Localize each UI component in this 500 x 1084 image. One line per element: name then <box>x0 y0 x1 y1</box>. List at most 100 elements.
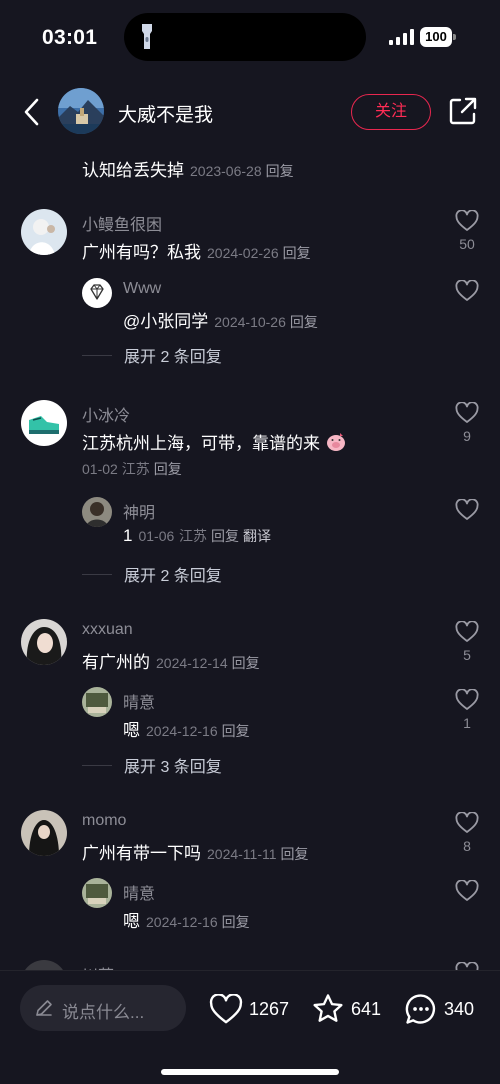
favorite-button[interactable]: 641 <box>311 991 381 1027</box>
heart-icon <box>209 993 243 1023</box>
reply-button[interactable]: 回复 <box>283 245 311 261</box>
like-count: 5 <box>463 647 471 663</box>
cellular-signal-icon <box>389 29 414 45</box>
comment-username[interactable]: xxxuan <box>82 621 133 639</box>
comment-text: 有广州的 2024-12-14 回复 <box>82 648 260 673</box>
comment-list[interactable]: 认知给丢失掉 2023-06-28 回复 小鳗鱼很困 广州有吗？私我 2024-02-… <box>0 148 500 970</box>
favorite-count: 641 <box>351 998 382 1019</box>
expand-replies-button[interactable]: 展开 2 条回复 <box>82 343 222 367</box>
share-icon <box>449 97 477 125</box>
expand-replies-button[interactable]: 展开 3 条回复 <box>82 753 222 777</box>
like-button[interactable]: 50 <box>447 210 487 252</box>
avatar[interactable] <box>21 960 67 970</box>
star-icon <box>313 994 343 1022</box>
comment-username[interactable]: 小冰冷 <box>82 402 130 426</box>
comments-button[interactable]: 340 <box>404 991 474 1027</box>
comment-body: 广州有吗？私我 <box>82 243 201 262</box>
comment-username[interactable]: momo <box>82 812 126 830</box>
heart-icon <box>455 962 479 970</box>
avatar[interactable] <box>21 810 67 856</box>
avatar-image <box>82 878 112 908</box>
reply-button[interactable]: 回复 <box>232 655 260 671</box>
comment-text: 江苏杭州上海，可带，靠谱的来 <box>82 429 347 454</box>
heart-icon <box>455 812 479 833</box>
reply-button[interactable]: 回复 <box>266 163 294 179</box>
reply-text: 1 01-06 江苏 回复 翻译 <box>123 526 271 546</box>
comment-input[interactable]: 说点什么... <box>20 985 186 1031</box>
comment-meta: 01-02 江苏 回复 <box>82 459 182 479</box>
comment-date: 2024-11-11 <box>207 846 277 862</box>
follow-button[interactable]: 关注 <box>351 94 431 130</box>
share-button[interactable] <box>448 96 478 126</box>
heart-icon <box>455 499 479 520</box>
like-button[interactable]: 9 <box>447 402 487 444</box>
expand-replies-button[interactable]: 展开 2 条回复 <box>82 562 222 586</box>
comment-date: 2024-12-14 <box>156 655 228 671</box>
avatar[interactable] <box>82 497 112 527</box>
reply-button[interactable]: 回复 <box>222 723 250 739</box>
comment-date: 2024-02-26 <box>207 245 279 261</box>
avatar-image <box>21 619 67 665</box>
avatar[interactable] <box>21 209 67 255</box>
like-button[interactable] <box>447 499 487 521</box>
header: 大威不是我 关注 <box>0 76 500 148</box>
avatar[interactable] <box>82 278 112 308</box>
avatar[interactable] <box>21 619 67 665</box>
like-button[interactable]: 1 <box>447 689 487 731</box>
divider <box>82 354 112 356</box>
avatar-image <box>21 209 67 255</box>
heart-icon <box>455 621 479 642</box>
like-button[interactable]: 8 <box>447 812 487 854</box>
reply-text: 嗯 2024-12-16 回复 <box>123 716 250 741</box>
reply-button[interactable]: 回复 <box>211 528 239 544</box>
comment-text: 广州有吗？私我 2024-02-26 回复 <box>82 238 311 263</box>
expand-replies-label: 展开 3 条回复 <box>124 759 222 776</box>
flashlight-icon <box>142 24 152 49</box>
divider <box>82 764 112 766</box>
avatar-image <box>21 960 67 970</box>
reply-username[interactable]: Www <box>123 280 161 298</box>
back-button[interactable] <box>14 94 48 130</box>
comment-text: 认知给丢失掉 2023-06-28 回复 <box>82 156 294 181</box>
comment-username[interactable]: 川菇 <box>82 962 114 970</box>
comment-username[interactable]: 小鳗鱼很困 <box>82 211 162 235</box>
avatar-image <box>21 810 67 856</box>
expand-replies-label: 展开 2 条回复 <box>124 349 222 366</box>
reply-date: 2024-10-26 <box>214 314 286 330</box>
reply-body: @小张同学 <box>123 312 209 331</box>
comment-text: 广州有带一下吗 2024-11-11 回复 <box>82 839 309 864</box>
comment-count: 340 <box>444 998 475 1019</box>
avatar[interactable] <box>82 687 112 717</box>
like-count: 9 <box>463 428 471 444</box>
like-button[interactable] <box>447 280 487 302</box>
like-button[interactable] <box>447 962 487 970</box>
reply-username[interactable]: 神明 <box>123 499 155 523</box>
post-like-count: 1267 <box>249 998 290 1019</box>
pencil-icon <box>36 1000 52 1016</box>
avatar[interactable] <box>21 400 67 446</box>
avatar-image <box>82 497 112 527</box>
translate-button[interactable]: 翻译 <box>243 528 271 544</box>
expand-replies-label: 展开 2 条回复 <box>124 568 222 585</box>
like-count: 8 <box>463 838 471 854</box>
avatar[interactable] <box>82 878 112 908</box>
comment-input-placeholder: 说点什么... <box>62 1003 145 1022</box>
like-button[interactable]: 5 <box>447 621 487 663</box>
comment-location: 江苏 <box>121 461 150 477</box>
comment-bubble-icon <box>405 994 436 1024</box>
reply-button[interactable]: 回复 <box>290 314 318 330</box>
reply-username[interactable]: 晴意 <box>123 880 155 904</box>
home-indicator[interactable] <box>161 1069 339 1075</box>
author-avatar[interactable] <box>58 88 104 134</box>
heart-icon <box>455 402 479 423</box>
like-post-button[interactable]: 1267 <box>209 991 289 1027</box>
reply-button[interactable]: 回复 <box>281 846 309 862</box>
reply-button[interactable]: 回复 <box>154 461 182 477</box>
comment-date: 01-02 <box>82 461 118 477</box>
reply-button[interactable]: 回复 <box>222 914 250 930</box>
reply-text: @小张同学 2024-10-26 回复 <box>123 307 318 332</box>
like-button[interactable] <box>447 880 487 902</box>
chevron-left-icon <box>24 98 39 126</box>
reply-username[interactable]: 晴意 <box>123 689 155 713</box>
dynamic-island <box>124 13 366 61</box>
